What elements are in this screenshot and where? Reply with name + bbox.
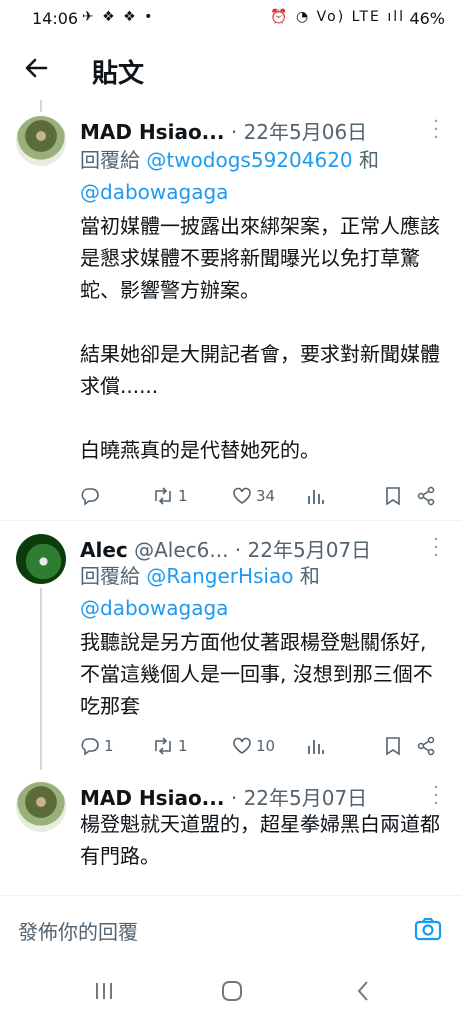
avatar[interactable] xyxy=(16,116,66,166)
mention-link[interactable]: @dabowagaga xyxy=(80,596,228,620)
top-bar: 貼文 xyxy=(0,40,461,100)
tweet[interactable]: Alec @Alec6... · 22年5月07日 · · · 回覆給 @Range… xyxy=(0,531,461,774)
mention-link[interactable]: @twodogs59204620 xyxy=(146,148,352,172)
reply-composer[interactable]: 發佈你的回覆 xyxy=(0,895,461,964)
reply-context: 回覆給 @RangerHsiao 和 @dabowagaga xyxy=(80,564,320,620)
bookmark-button[interactable] xyxy=(384,736,402,756)
camera-icon[interactable] xyxy=(413,914,443,944)
retweet-icon xyxy=(155,487,171,505)
tweet[interactable]: MAD Hsiao... · 22年5月06日 · · · 回覆給 @twodogs… xyxy=(0,113,461,520)
more-options-icon[interactable]: · · · xyxy=(433,531,439,565)
reply-input[interactable]: 發佈你的回覆 xyxy=(18,916,138,945)
share-button[interactable] xyxy=(416,736,436,756)
thread-connector xyxy=(40,100,42,112)
system-status-icons: ⏰ ◔ Vo) LTE ıll xyxy=(270,9,405,25)
reply-icon xyxy=(81,488,99,506)
bookmark-button[interactable] xyxy=(384,486,402,506)
back-nav-icon[interactable] xyxy=(352,979,376,1009)
reply-context: 回覆給 @twodogs59204620 和 @dabowagaga xyxy=(80,148,379,204)
share-button[interactable] xyxy=(416,486,436,506)
tweet-header: MAD Hsiao... · 22年5月06日 xyxy=(80,120,368,144)
tweet-date[interactable]: 22年5月06日 xyxy=(244,120,368,144)
recent-apps-icon[interactable] xyxy=(92,979,116,1009)
more-options-icon[interactable]: · · · xyxy=(433,779,439,813)
tweet-date[interactable]: 22年5月07日 xyxy=(248,538,372,562)
more-options-icon[interactable]: · · · xyxy=(433,113,439,147)
like-button[interactable]: 10 xyxy=(232,736,275,756)
bar-chart-icon xyxy=(308,740,324,754)
author-name[interactable]: MAD Hsiao... xyxy=(80,120,224,144)
heart-icon xyxy=(233,737,251,754)
retweet-button[interactable]: 1 xyxy=(152,736,188,756)
author-name[interactable]: MAD Hsiao... xyxy=(80,786,224,810)
like-button[interactable]: 34 xyxy=(232,486,275,506)
share-icon xyxy=(417,486,435,506)
share-icon xyxy=(417,736,435,756)
home-icon[interactable] xyxy=(220,979,244,1009)
mention-link[interactable]: @RangerHsiao xyxy=(146,564,293,588)
bookmark-icon xyxy=(386,487,400,506)
retweet-icon xyxy=(155,737,171,755)
bookmark-icon xyxy=(386,737,400,756)
retweet-button[interactable]: 1 xyxy=(152,486,188,506)
notification-icons: ✈ ❖ ❖ • xyxy=(82,9,155,25)
system-nav-bar xyxy=(0,965,461,1024)
author-name[interactable]: Alec xyxy=(80,538,128,562)
reply-button[interactable]: 1 xyxy=(80,736,114,756)
tweet-actions: 1 1 10 xyxy=(80,736,443,762)
views-button[interactable] xyxy=(306,736,324,756)
divider xyxy=(0,520,461,521)
avatar[interactable] xyxy=(16,534,66,584)
tweet-text: 楊登魁就天道盟的，超星拳婦黑白兩道都有門路。 xyxy=(80,812,440,868)
page-title: 貼文 xyxy=(92,59,145,89)
tweet-text: 當初媒體一披露出來綁架案，正常人應該是懇求媒體不要將新聞曝光以免打草驚蛇、影響警… xyxy=(80,214,440,462)
status-time: 14:06 xyxy=(32,9,79,28)
heart-icon xyxy=(233,487,251,504)
thread-connector xyxy=(40,588,42,770)
back-arrow-icon[interactable] xyxy=(22,54,50,89)
tweet-actions: 1 34 xyxy=(80,486,443,512)
views-button[interactable] xyxy=(306,486,324,506)
author-handle[interactable]: @Alec6... xyxy=(134,538,228,562)
mention-link[interactable]: @dabowagaga xyxy=(80,180,228,204)
reply-icon xyxy=(81,738,99,756)
battery-level: 46% xyxy=(409,9,445,28)
reply-button[interactable] xyxy=(80,486,104,506)
bar-chart-icon xyxy=(308,490,324,504)
tweet-text: 我聽說是另方面他仗著跟楊登魁關係好, 不當這幾個人是一回事, 沒想到那三個不吃那… xyxy=(80,630,433,718)
tweet-date[interactable]: 22年5月07日 xyxy=(244,786,368,810)
avatar[interactable] xyxy=(16,782,66,832)
status-bar: 14:06 ✈ ❖ ❖ • ⏰ ◔ Vo) LTE ıll 46% xyxy=(0,0,461,40)
tweet[interactable]: MAD Hsiao... · 22年5月07日 · · · 楊登魁就天道盟的，超星拳… xyxy=(0,779,461,892)
